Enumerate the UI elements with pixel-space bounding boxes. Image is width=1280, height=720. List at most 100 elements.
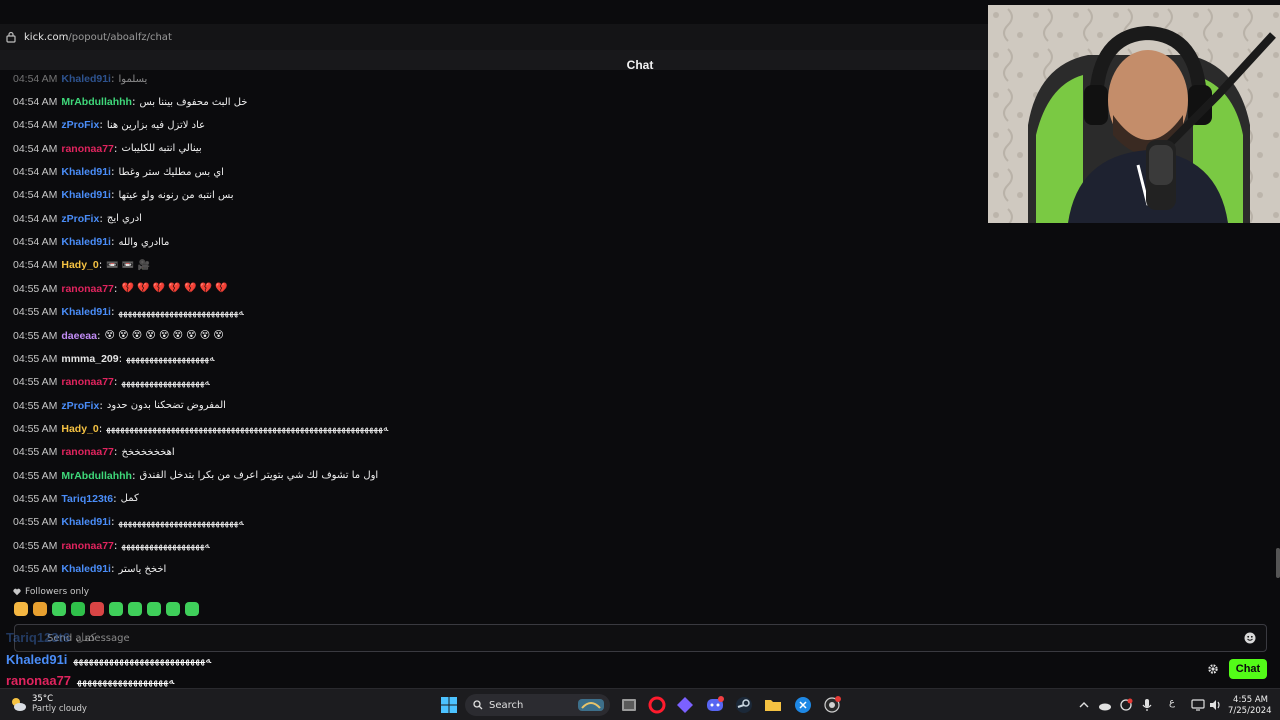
chat-message: 04:54 AM zProFix: ادري ايج	[13, 212, 142, 225]
message-username[interactable]: Khaled91i	[61, 73, 111, 85]
message-username[interactable]: Khaled91i	[61, 189, 111, 201]
clock-time: 4:55 AM	[1233, 695, 1268, 705]
emote-button[interactable]	[109, 602, 123, 616]
message-time: 04:55 AM	[13, 282, 58, 295]
message-username[interactable]: Khaled91i	[61, 166, 111, 178]
message-text: اي بس مطليك ستر وغطا	[118, 166, 224, 178]
chat-message: 04:54 AM Khaled91i : يسلموا	[13, 73, 148, 85]
message-time: 04:55 AM	[13, 446, 58, 459]
volume-icon[interactable]	[1208, 698, 1222, 712]
obs-icon[interactable]	[823, 696, 841, 714]
emote-button[interactable]	[166, 602, 180, 616]
send-chat-button[interactable]: Chat	[1229, 659, 1267, 679]
message-username[interactable]: Hady_0	[61, 259, 98, 271]
chat-message: 04:54 AM zProFix: عاد لاتزل فيه بزارين هنا	[13, 119, 206, 132]
app-diamond-icon[interactable]	[676, 696, 694, 714]
message-time: 04:55 AM	[13, 422, 58, 435]
emoji-picker-icon[interactable]	[1244, 632, 1256, 644]
chat-message: 04:54 AM Khaled91i: اي بس مطليك ستر وغطا	[13, 166, 224, 179]
message-username[interactable]: MrAbdullahhh	[61, 96, 132, 108]
emote-button[interactable]	[185, 602, 199, 616]
overlay-line: Tariq123t6 كمل	[6, 630, 96, 645]
message-time: 04:55 AM	[13, 399, 58, 412]
chat-message: 04:54 AM MrAbdullahhh: خل البث محفوف بيننا…	[13, 96, 248, 108]
taskbar-search[interactable]: Search	[465, 694, 610, 716]
message-username[interactable]: MrAbdullahhh	[61, 470, 132, 482]
chat-scrollbar[interactable]	[1276, 548, 1280, 578]
message-time: 04:54 AM	[13, 96, 58, 108]
windows-start-icon[interactable]	[440, 696, 458, 714]
followers-only-notice: Followers only	[13, 587, 89, 597]
emote-button[interactable]	[147, 602, 161, 616]
opera-browser-icon[interactable]	[648, 696, 666, 714]
message-text: عاد لاتزل فيه بزارين هنا	[106, 119, 206, 131]
message-username[interactable]: ranonaa77	[61, 540, 114, 552]
monitor-icon[interactable]	[1191, 698, 1205, 712]
message-username[interactable]: Khaled91i	[61, 563, 111, 575]
message-username[interactable]: ranonaa77	[61, 446, 114, 458]
discord-icon[interactable]	[706, 696, 724, 714]
message-text: 📼 📼 🎥	[106, 259, 150, 271]
message-text: ﻪﻬﻬﻬﻬﻬﻬﻬﻬﻬﻬﻬﻬﻬﻬﻬﻬﻬﻬﻬﻬﻬﻬﻬﻬﻬﻬ	[118, 306, 244, 318]
emote-button[interactable]	[90, 602, 104, 616]
emote-button[interactable]	[52, 602, 66, 616]
emote-button[interactable]	[128, 602, 142, 616]
clock-date: 7/25/2024	[1228, 706, 1272, 716]
message-username[interactable]: Khaled91i	[61, 306, 111, 318]
message-username[interactable]: zProFix	[61, 119, 99, 131]
chat-message: 04:55 AM zProFix: المفروض تضحكنا بدون حدود	[13, 399, 226, 412]
message-username[interactable]: zProFix	[61, 400, 99, 412]
microphone-icon[interactable]	[1140, 698, 1154, 712]
message-time: 04:54 AM	[13, 212, 58, 225]
chat-message: 04:55 AM Khaled91i: ﻪﻬﻬﻬﻬﻬﻬﻬﻬﻬﻬﻬﻬﻬﻬﻬﻬﻬﻬﻬﻬﻬ…	[13, 516, 244, 529]
emote-button[interactable]	[14, 602, 28, 616]
sync-icon[interactable]	[1119, 698, 1133, 712]
message-text: اهخخخخخخخ	[121, 446, 175, 458]
chat-message: 04:55 AM Khaled91i: اخخخ ياستر	[13, 563, 167, 575]
message-text: ﻪﻬﻬﻬﻬﻬﻬﻬﻬﻬﻬﻬﻬﻬﻬﻬﻬﻬﻬﻬﻬﻬﻬﻬﻬﻬﻬ	[118, 516, 244, 528]
chat-settings-gear-icon[interactable]	[1207, 663, 1219, 675]
overlay-text: ﻪﻬﻬﻬﻬﻬﻬﻬﻬﻬﻬﻬﻬﻬﻬﻬﻬﻬﻬﻬﻬﻬﻬﻬﻬﻬﻬ	[73, 654, 212, 666]
weather-temperature: 35°C	[32, 694, 54, 704]
vscode-icon[interactable]	[794, 696, 812, 714]
chat-message: 04:55 AM MrAbdullahhh: اول ما تشوف لك شي ب…	[13, 469, 379, 482]
message-username[interactable]: mmma_209	[61, 353, 118, 365]
message-time: 04:54 AM	[13, 259, 58, 272]
message-text: بينالي انتبه للكليبات	[121, 143, 202, 155]
input-language-indicator[interactable]: ع	[1169, 697, 1183, 711]
message-time: 04:55 AM	[13, 516, 58, 529]
message-time: 04:55 AM	[13, 306, 58, 319]
address-bar[interactable]: kick.com/popout/aboalfz/chat	[0, 24, 988, 50]
message-text: كمل	[120, 493, 139, 505]
message-username[interactable]: daeeaa	[61, 330, 97, 342]
weather-icon[interactable]	[8, 694, 28, 714]
file-explorer-icon[interactable]	[764, 696, 782, 714]
message-username[interactable]: ranonaa77	[61, 376, 114, 388]
search-highlight-icon	[578, 699, 604, 711]
message-username[interactable]: Khaled91i	[61, 236, 111, 248]
emote-button[interactable]	[33, 602, 47, 616]
message-text: ﻪﻬﻬﻬﻬﻬﻬﻬﻬﻬﻬﻬﻬﻬﻬﻬﻬﻬﻬﻬﻬﻬﻬﻬﻬﻬﻬﻬﻬﻬﻬﻬﻬﻬﻬﻬﻬﻬﻬﻬ…	[106, 423, 389, 435]
tray-chevron-up-icon[interactable]	[1077, 698, 1091, 712]
message-text: ﻪﻬﻬﻬﻬﻬﻬﻬﻬﻬﻬﻬﻬﻬﻬﻬﻬﻬﻬ	[126, 353, 215, 365]
message-username[interactable]: zProFix	[61, 213, 99, 225]
chat-message: 04:55 AM daeeaa: 😵 😵 😵 😵 😵 😵 😵 😵 😵	[13, 329, 224, 342]
message-text: 😵 😵 😵 😵 😵 😵 😵 😵 😵	[104, 330, 224, 341]
onedrive-icon[interactable]	[1098, 698, 1112, 712]
task-view-icon[interactable]	[620, 696, 638, 714]
steam-icon[interactable]	[735, 696, 753, 714]
message-username[interactable]: ranonaa77	[61, 283, 114, 295]
chat-message-input[interactable]: Send a message	[14, 624, 1267, 652]
message-username[interactable]: Khaled91i	[61, 516, 111, 528]
chat-message: 04:55 AM Tariq123t6: كمل	[13, 492, 139, 505]
message-username[interactable]: Tariq123t6	[61, 493, 113, 505]
overlay-line: Khaled91i ﻪﻬﻬﻬﻬﻬﻬﻬﻬﻬﻬﻬﻬﻬﻬﻬﻬﻬﻬﻬﻬﻬﻬﻬﻬﻬﻬ	[6, 652, 211, 667]
emote-button[interactable]	[71, 602, 85, 616]
message-time: 04:54 AM	[13, 236, 58, 249]
message-username[interactable]: Hady_0	[61, 423, 98, 435]
system-clock[interactable]: 4:55 AM 7/25/2024	[1228, 695, 1272, 717]
chat-message: 04:55 AM ranonaa77: ﻪﻬﻬﻬﻬﻬﻬﻬﻬﻬﻬﻬﻬﻬﻬﻬﻬﻬﻬ	[13, 376, 210, 389]
message-time: 04:54 AM	[13, 189, 58, 202]
webcam-overlay	[988, 5, 1280, 223]
message-username[interactable]: ranonaa77	[61, 143, 114, 155]
